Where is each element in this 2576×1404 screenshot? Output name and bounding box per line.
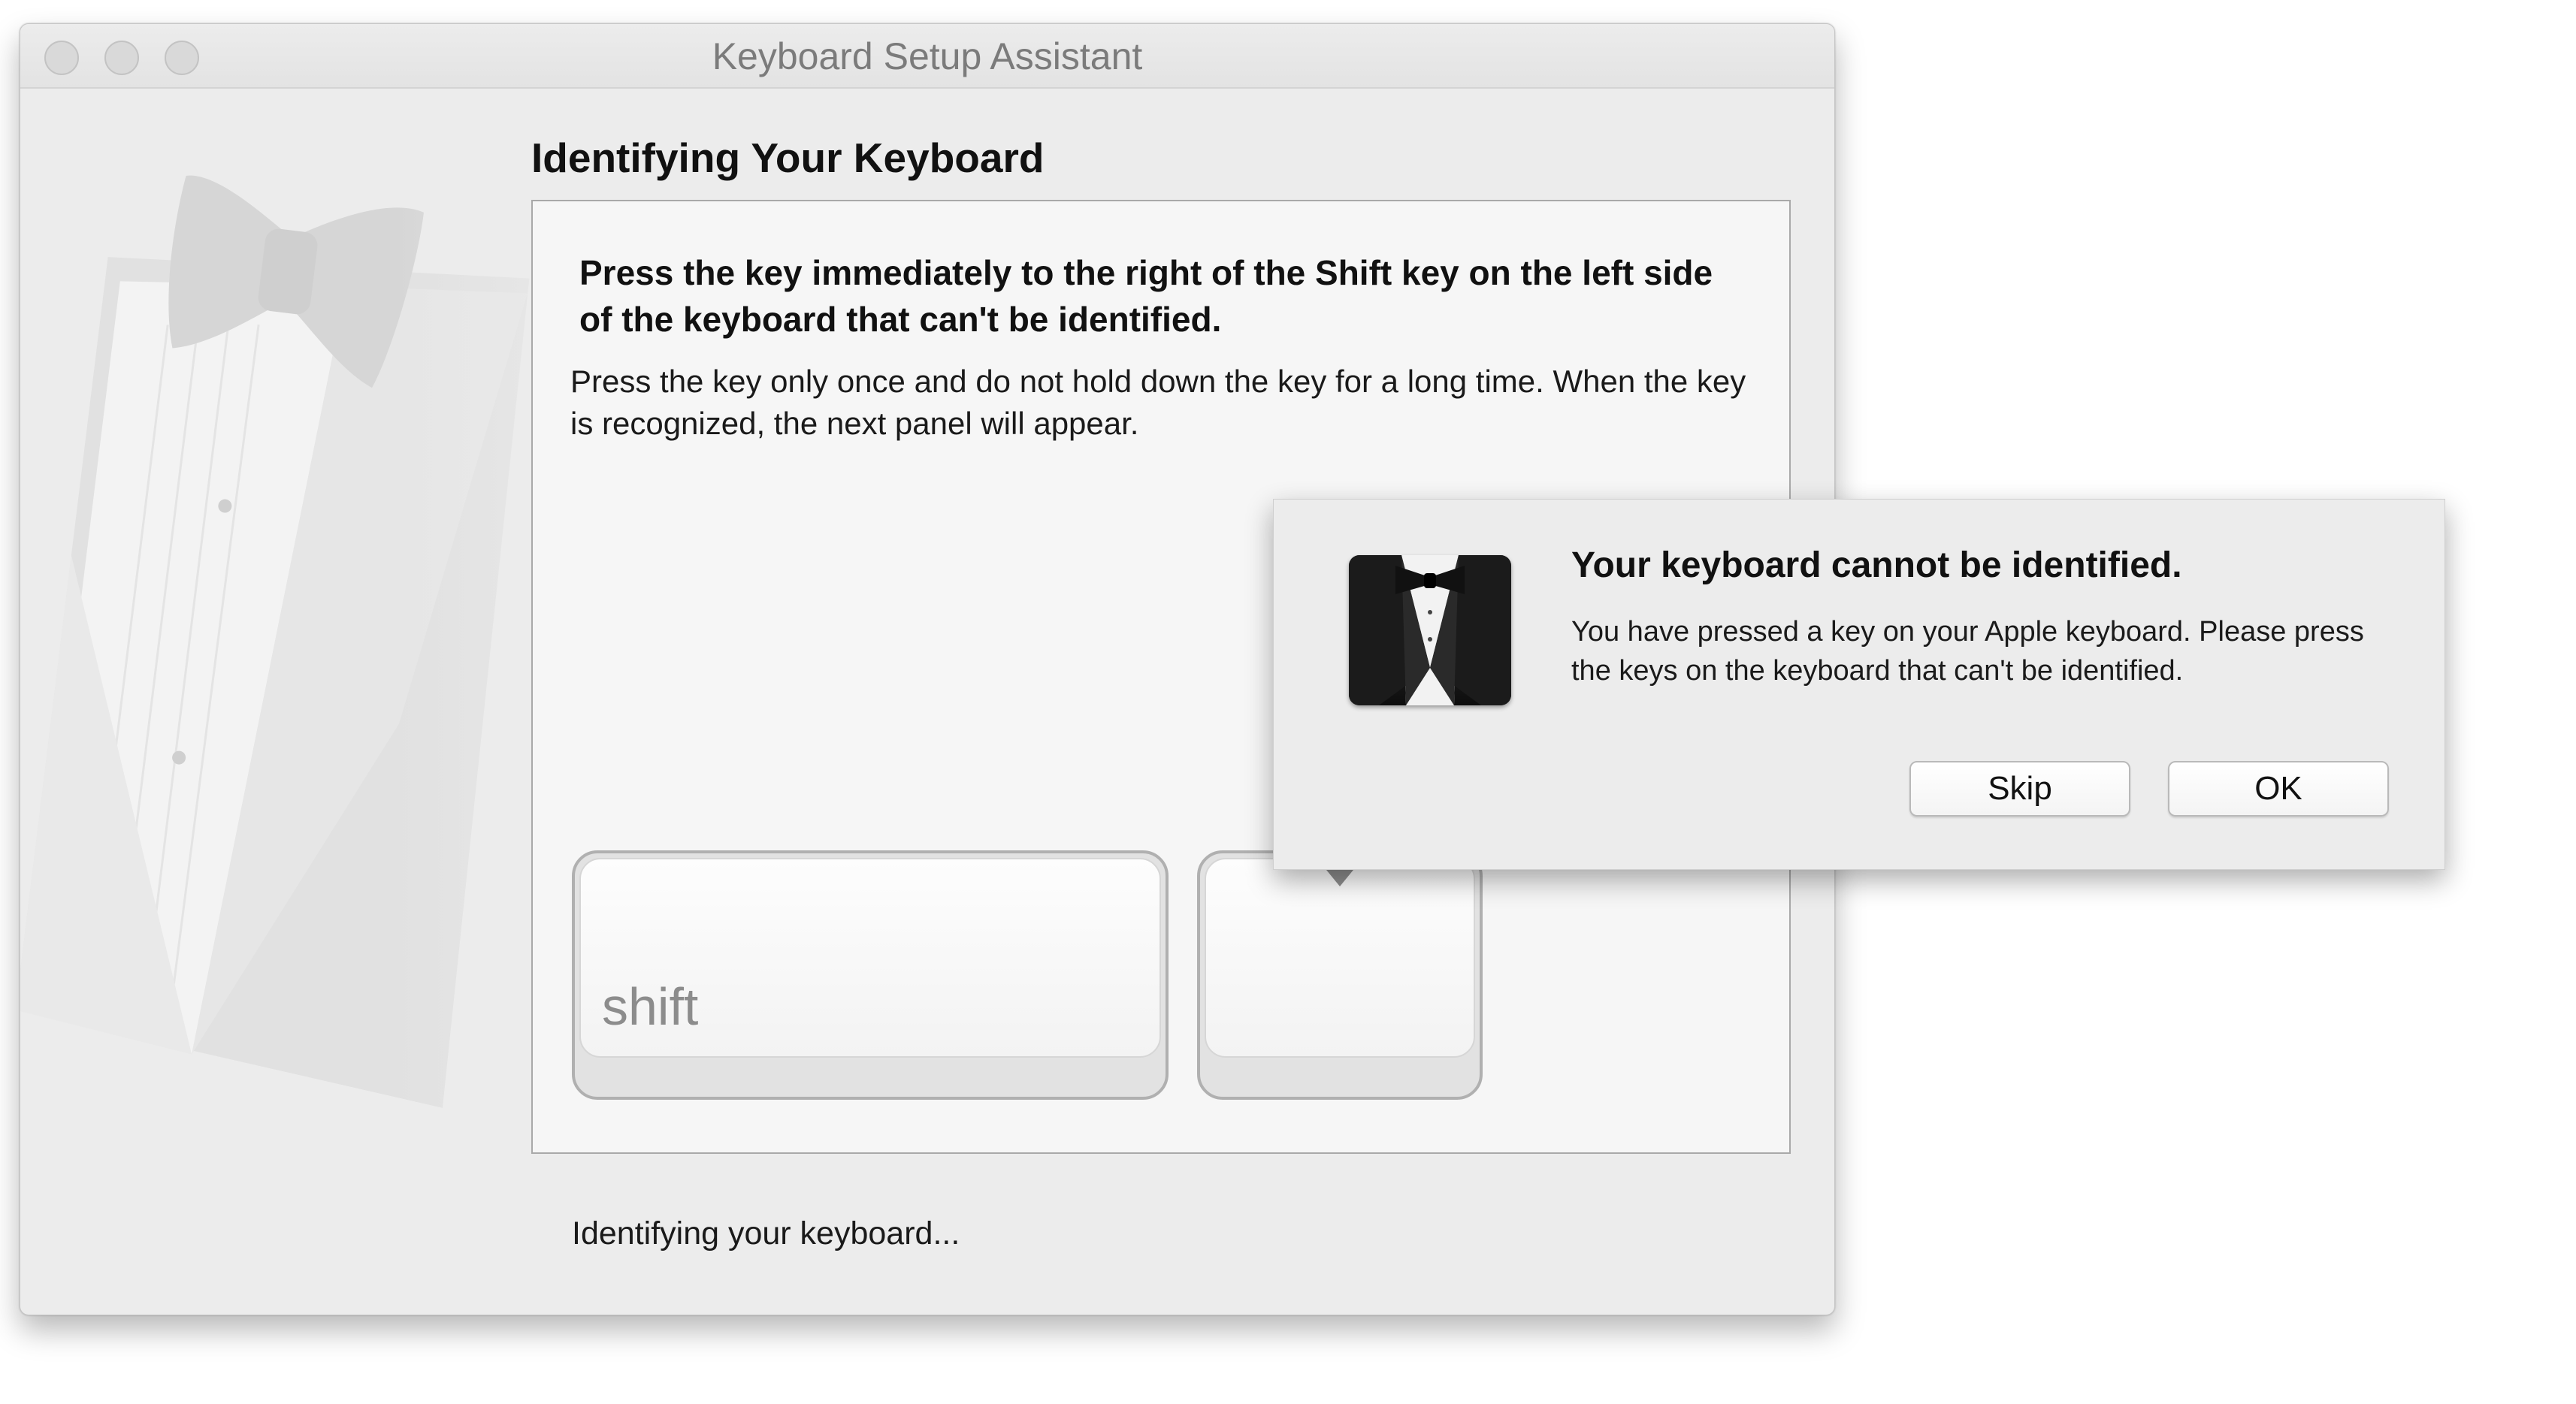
- window-title: Keyboard Setup Assistant: [712, 35, 1143, 77]
- ok-button[interactable]: OK: [2168, 761, 2389, 817]
- shift-key: shift: [572, 850, 1169, 1100]
- key-marker-icon: [1326, 870, 1353, 886]
- status-text: Identifying your keyboard...: [572, 1215, 960, 1252]
- skip-button[interactable]: Skip: [1909, 761, 2130, 817]
- unknown-key: [1197, 850, 1483, 1100]
- instruction-body: Press the key only once and do not hold …: [570, 364, 1746, 441]
- title-bar[interactable]: Keyboard Setup Assistant: [20, 24, 1834, 89]
- page-heading: Identifying Your Keyboard: [531, 134, 1045, 181]
- instruction-title: Press the key immediately to the right o…: [579, 253, 1713, 339]
- alert-dialog: Your keyboard cannot be identified. You …: [1273, 499, 2445, 870]
- alert-message: You have pressed a key on your Apple key…: [1571, 616, 2364, 687]
- alert-title: Your keyboard cannot be identified.: [1571, 545, 2182, 585]
- keyboard-setup-tuxedo-icon: [1349, 555, 1511, 705]
- shift-key-label: shift: [602, 977, 699, 1036]
